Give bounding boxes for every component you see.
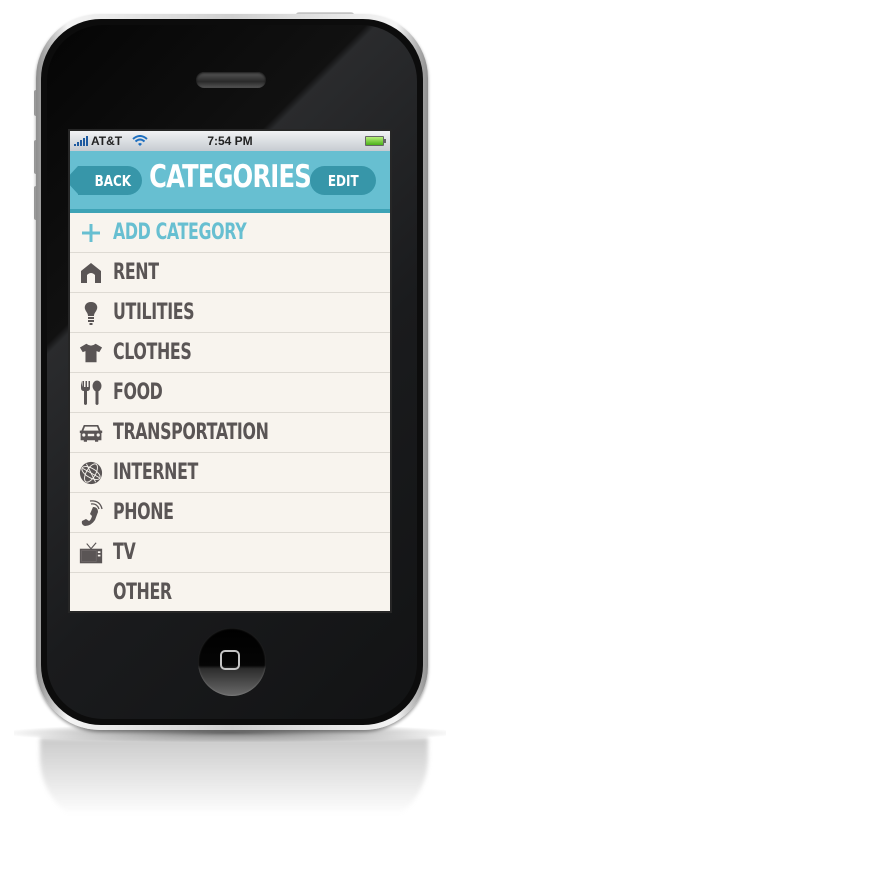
navigation-bar: BACK CATEGORIES EDIT [70,151,390,213]
category-label: TRANSPORTATION [113,420,269,445]
globe-icon [79,461,103,485]
category-row-utilities[interactable]: UTILITIES [70,293,390,333]
home-square-icon [220,650,240,670]
category-label: CLOTHES [113,340,192,365]
category-label: RENT [113,260,159,285]
category-row-tv[interactable]: TV [70,533,390,573]
add-category-row[interactable]: ADD CATEGORY [70,213,390,253]
tv-icon [79,541,103,565]
edit-button[interactable]: EDIT [310,166,376,195]
category-row-food[interactable]: FOOD [70,373,390,413]
blank-icon [79,581,103,605]
plus-icon [79,221,103,245]
category-label: OTHER [113,580,172,605]
category-label: PHONE [113,500,174,525]
category-label: UTILITIES [113,300,195,325]
status-bar: AT&T 7:54 PM [70,131,390,151]
category-row-clothes[interactable]: CLOTHES [70,333,390,373]
shirt-icon [79,341,103,365]
car-icon [79,421,103,445]
phone-reflection [40,738,428,828]
battery-icon [365,136,386,146]
category-row-rent[interactable]: RENT [70,253,390,293]
edit-button-label: EDIT [327,171,359,190]
house-icon [79,261,103,285]
home-button[interactable] [198,628,266,696]
fork-spoon-icon [79,380,103,405]
category-label: INTERNET [113,460,198,485]
phone-screen: AT&T 7:54 PM BACK CATEGORIES EDIT ADD CA… [68,129,392,613]
lightbulb-icon [79,301,103,325]
category-row-transportation[interactable]: TRANSPORTATION [70,413,390,453]
category-row-phone[interactable]: PHONE [70,493,390,533]
category-row-other[interactable]: OTHER [70,573,390,611]
clock: 7:54 PM [207,134,253,148]
earpiece-speaker [196,72,266,88]
category-label: FOOD [113,380,163,405]
category-label: TV [113,540,136,565]
category-list: ADD CATEGORY RENT UTILITIES CLOTHES FOOD [70,213,390,611]
add-category-label: ADD CATEGORY [113,220,247,245]
category-row-internet[interactable]: INTERNET [70,453,390,493]
phone-icon [79,499,103,526]
